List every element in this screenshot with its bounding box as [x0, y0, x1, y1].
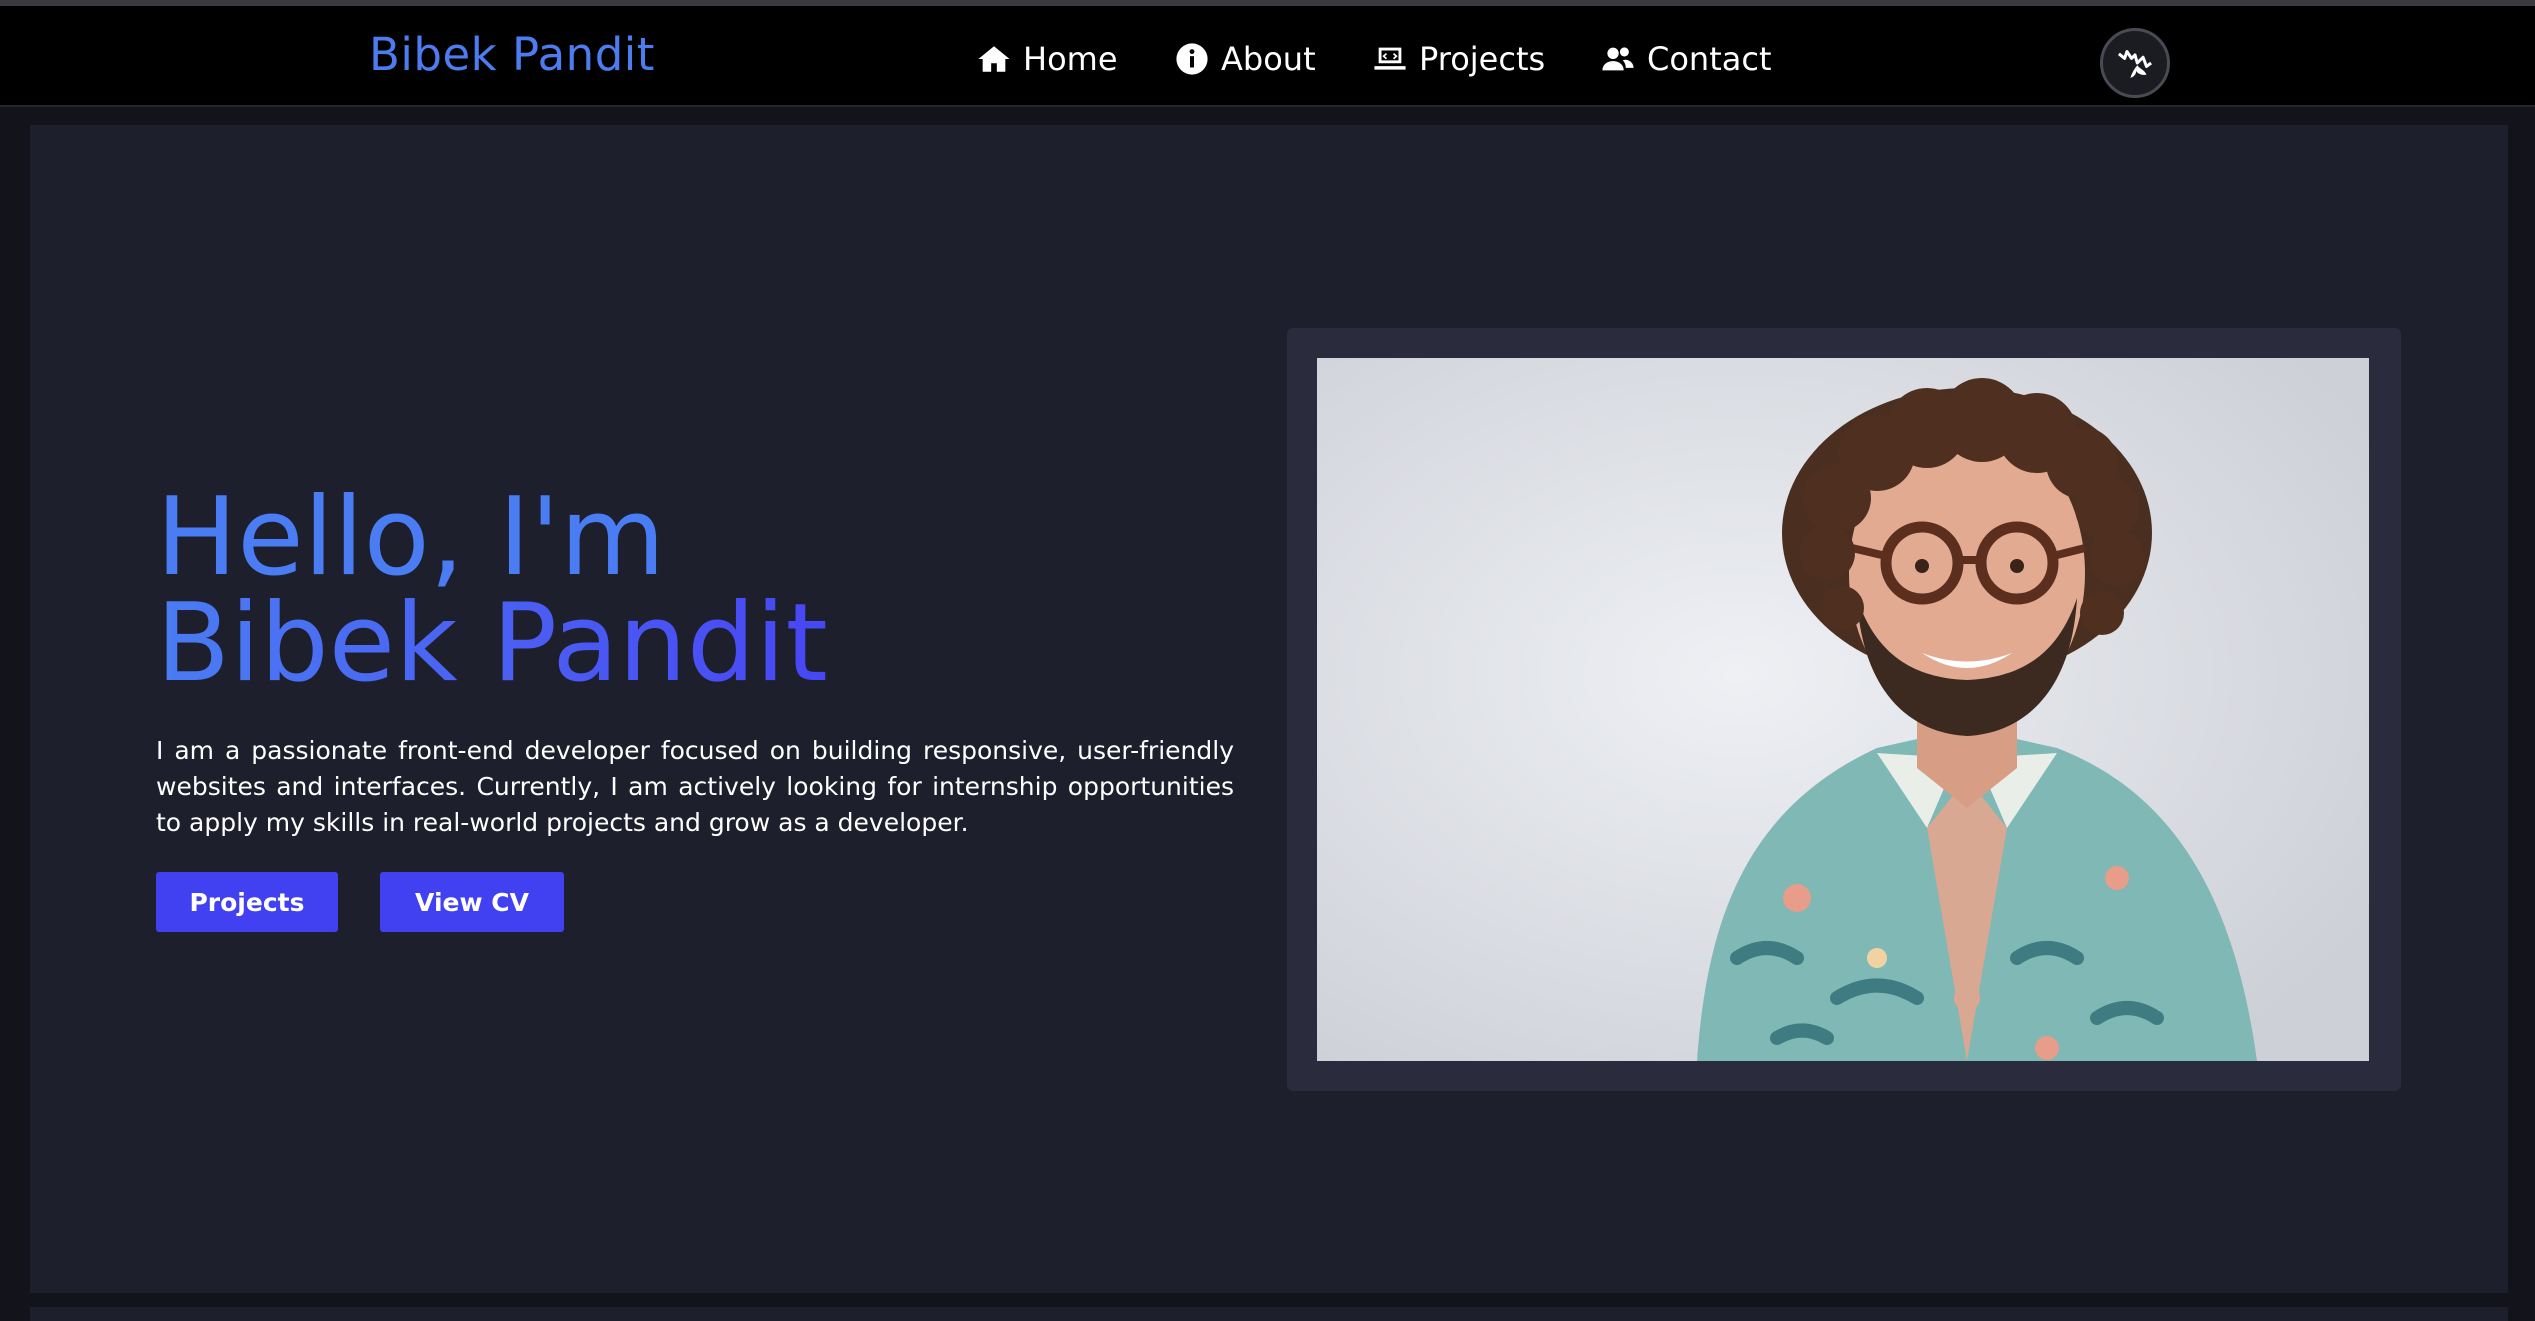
contacts-icon — [1602, 47, 1634, 71]
hero-heading: Hello, I'm Bibek Pandit — [156, 475, 828, 706]
nav-item-contact-label: Contact — [1647, 40, 1772, 78]
brand-logo-text[interactable]: Bibek Pandit — [369, 28, 655, 81]
nav-item-home[interactable]: Home — [977, 34, 1118, 84]
nav-item-projects[interactable]: Projects — [1373, 34, 1545, 84]
portrait-illustration — [1317, 358, 2369, 1061]
info-icon — [1176, 43, 1208, 75]
nav-item-projects-label: Projects — [1419, 40, 1546, 78]
nav-item-contact[interactable]: Contact — [1601, 34, 1772, 84]
hero-name: Bibek Pandit — [156, 581, 828, 706]
theme-toggle-button[interactable] — [2100, 28, 2170, 98]
navbar: Bibek Pandit Home About Projects Contact — [0, 6, 2535, 107]
nav-item-home-label: Home — [1023, 40, 1118, 78]
theme-toggle-icon — [2117, 50, 2152, 78]
profile-photo — [1317, 358, 2369, 1061]
nav-item-about[interactable]: About — [1175, 34, 1316, 84]
hero-section: Hello, I'm Bibek Pandit I am a passionat… — [30, 125, 2508, 1293]
profile-photo-frame — [1287, 328, 2401, 1091]
nav-item-about-label: About — [1221, 40, 1316, 78]
projects-button[interactable]: Projects — [156, 872, 338, 932]
hero-description: I am a passionate front-end developer fo… — [156, 736, 1234, 837]
view-cv-button[interactable]: View CV — [380, 872, 564, 932]
home-icon — [978, 46, 1010, 72]
laptop-icon — [1374, 47, 1406, 70]
hero-greeting: Hello, I'm — [156, 475, 666, 600]
next-section-edge — [30, 1307, 2508, 1321]
